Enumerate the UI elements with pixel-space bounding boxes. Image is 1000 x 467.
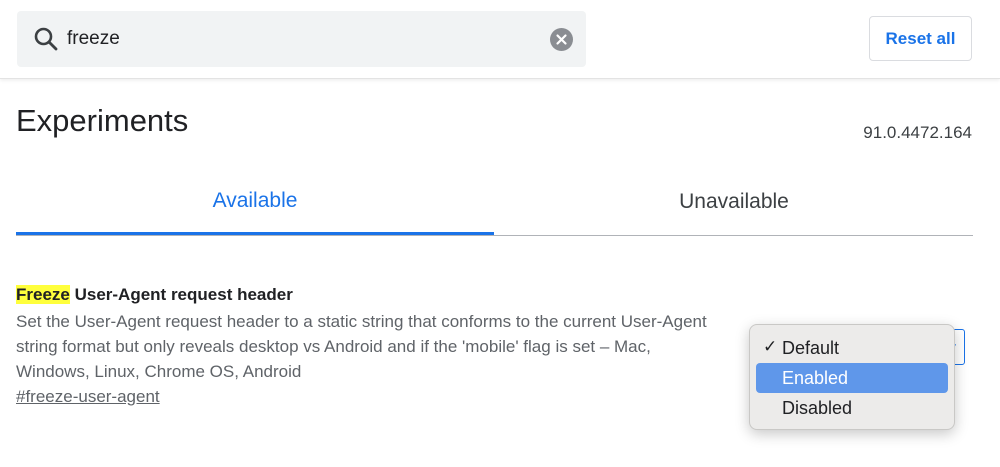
checkmark-icon: ✓ (763, 337, 778, 356)
version-label: 91.0.4472.164 (863, 123, 972, 142)
page-title: Experiments (16, 103, 189, 138)
option-label: Default (782, 337, 840, 358)
option-enabled[interactable]: Enabled (756, 363, 948, 393)
description-line: Windows, Linux, Chrome OS, Android (16, 362, 302, 381)
option-label: Enabled (782, 367, 849, 388)
experiment-item: Freeze User-Agent request header Set the… (16, 284, 746, 408)
clear-icon[interactable] (550, 28, 573, 51)
tab-available[interactable]: Available (16, 170, 494, 235)
tab-bar: Available Unavailable (16, 170, 973, 236)
search-input[interactable] (67, 25, 537, 53)
app-header: Reset all (0, 0, 1000, 79)
search-icon (34, 27, 58, 51)
experiment-description: Set the User-Agent request header to a s… (16, 309, 746, 384)
option-default[interactable]: ✓ Default (756, 333, 948, 363)
search-box[interactable] (17, 11, 586, 67)
description-line: Set the User-Agent request header to a s… (16, 312, 707, 331)
tab-unavailable[interactable]: Unavailable (495, 170, 973, 233)
reset-all-button[interactable]: Reset all (869, 16, 972, 61)
experiment-permalink[interactable]: #freeze-user-agent (16, 386, 160, 408)
dropdown-menu: ✓ Default Enabled Disabled (749, 324, 955, 430)
search-highlight: Freeze (16, 285, 70, 304)
experiment-title-rest: User-Agent request header (69, 285, 293, 304)
experiment-title: Freeze User-Agent request header (16, 284, 746, 306)
option-label: Disabled (782, 397, 853, 418)
description-line: string format but only reveals desktop v… (16, 337, 651, 356)
option-disabled[interactable]: Disabled (756, 393, 948, 423)
